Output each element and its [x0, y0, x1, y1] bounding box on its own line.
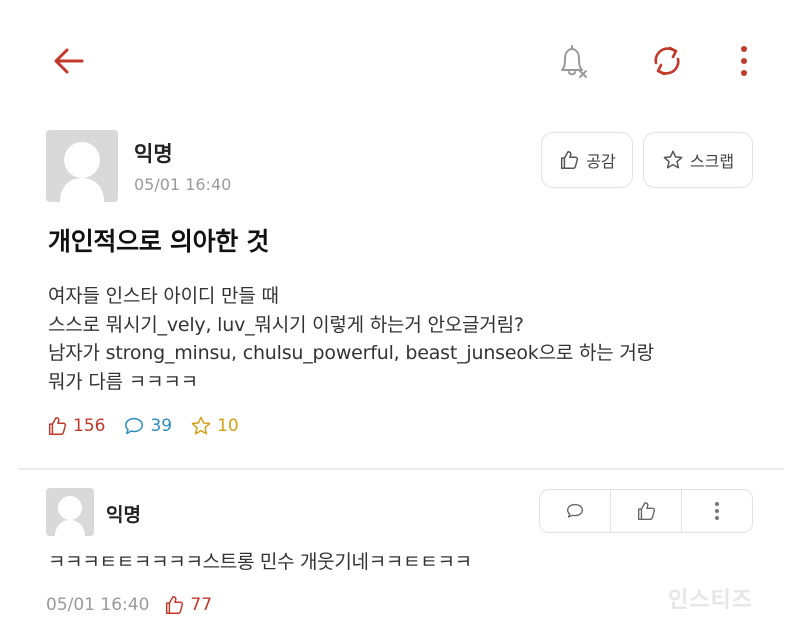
comment-like-button[interactable] [610, 490, 681, 532]
comment-like-count: 77 [163, 594, 212, 616]
like-count-value: 156 [73, 416, 106, 436]
comment-more-button[interactable] [681, 490, 752, 532]
post-title: 개인적으로 의아한 것 [48, 227, 270, 256]
thumbs-up-icon [561, 151, 579, 169]
like-count: 156 [46, 415, 105, 437]
notification-toggle-button[interactable] [552, 40, 594, 82]
comment-count-value: 39 [150, 416, 173, 436]
scrap-button-label: 스크랩 [689, 152, 735, 171]
like-button[interactable]: 공감 [541, 132, 633, 188]
default-avatar-icon [46, 488, 94, 536]
star-icon [663, 150, 683, 169]
post-page: 익명 05/01 16:40 공감 스크랩 개인적으로 의아한 것 여자들 인스… [0, 0, 800, 634]
comment-text: ㅋㅋㅋㅌㅌㅋㅋㅋㅋ스트롱 민수 개웃기네ㅋㅋㅌㅌㅋㅋ [48, 551, 472, 573]
comment-avatar [46, 488, 94, 536]
scrap-count-value: 10 [217, 416, 239, 436]
post-body-line: 스스로 뭐시기_vely, luv_뭐시기 이렇게 하는거 안오글거림? [48, 313, 524, 336]
default-avatar-icon [46, 130, 118, 202]
comment-date: 05/01 16:40 [46, 595, 150, 615]
post-body: 여자들 인스타 아이디 만들 때 스스로 뭐시기_vely, luv_뭐시기 이… [48, 282, 768, 396]
bell-off-icon [561, 45, 587, 78]
comment-actions [539, 489, 753, 533]
comment-count: 39 [123, 415, 172, 437]
comment-meta: 05/01 16:40 77 [46, 592, 212, 618]
watermark: 인스티즈 [668, 588, 753, 613]
post-date: 05/01 16:40 [134, 175, 232, 194]
post-author: 익명 [134, 142, 173, 166]
top-bar [0, 0, 800, 120]
avatar [46, 130, 118, 202]
scrap-button[interactable]: 스크랩 [643, 132, 753, 188]
post-body-line: 남자가 strong_minsu, chulsu_powerful, beast… [48, 342, 654, 364]
scrap-count: 10 [190, 415, 239, 437]
thumbs-up-icon [166, 596, 184, 614]
back-button[interactable] [48, 40, 90, 82]
more-vertical-icon [741, 46, 747, 76]
speech-bubble-icon [125, 417, 144, 435]
comment-like-count-value: 77 [190, 595, 213, 615]
post-body-line: 뭐가 다름 ㅋㅋㅋㅋ [48, 370, 198, 393]
refresh-icon [654, 46, 680, 76]
divider [18, 468, 784, 470]
arrow-left-icon [54, 48, 84, 74]
post-body-line: 여자들 인스타 아이디 만들 때 [48, 285, 279, 307]
like-button-label: 공감 [586, 152, 616, 171]
star-icon [191, 416, 211, 435]
post-stats: 156 39 10 [46, 412, 257, 440]
more-options-button[interactable] [726, 40, 762, 82]
thumbs-up-icon [48, 417, 67, 435]
speech-bubble-icon [566, 503, 584, 518]
more-vertical-icon [715, 502, 719, 520]
comment-author: 익명 [106, 504, 141, 526]
reply-button[interactable] [540, 490, 610, 532]
thumbs-up-icon [637, 502, 656, 520]
refresh-button[interactable] [646, 40, 688, 82]
